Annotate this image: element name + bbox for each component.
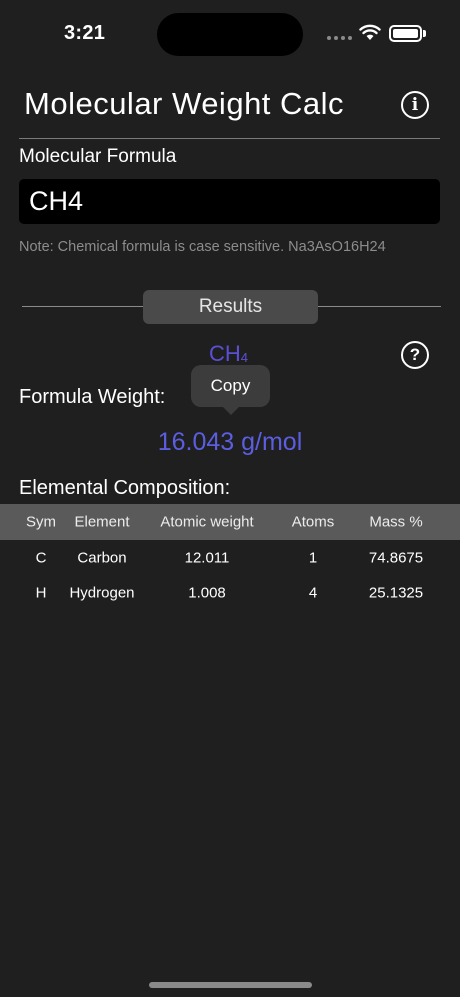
table-row: C Carbon 12.011 1 74.8675: [0, 540, 460, 575]
cell-atomic-weight: 1.008: [188, 584, 226, 601]
formula-display-main: CH: [209, 341, 241, 366]
formula-label: Molecular Formula: [19, 146, 177, 167]
formula-weight-value[interactable]: 16.043 g/mol: [0, 428, 460, 457]
battery-icon: [389, 25, 422, 42]
formula-note: Note: Chemical formula is case sensitive…: [19, 239, 386, 255]
results-header: Results: [143, 290, 318, 324]
copy-popup-arrow: [222, 406, 240, 415]
battery-tip: [423, 30, 426, 37]
app-screen: 3:21 Molecular Weight Calc i Molecular F…: [0, 0, 460, 997]
cell-atoms: 1: [308, 549, 318, 566]
cell-mass: 74.8675: [368, 549, 424, 566]
table-header: Sym Element Atomic weight Atoms Mass %: [0, 504, 460, 540]
header-mass: Mass %: [369, 513, 423, 531]
formula-display-sub: 4: [240, 350, 249, 365]
info-icon[interactable]: i: [401, 91, 429, 119]
cell-element: Hydrogen: [69, 584, 135, 601]
header-atoms: Atoms: [291, 513, 335, 531]
cell-sym: H: [35, 584, 47, 601]
results-divider-right: [318, 306, 441, 307]
composition-label: Elemental Composition:: [19, 477, 231, 499]
cell-sym: C: [35, 549, 47, 566]
wifi-icon: [359, 24, 381, 40]
cell-atomic-weight: 12.011: [184, 549, 230, 566]
header-divider: [19, 138, 440, 139]
copy-button[interactable]: Copy: [191, 365, 270, 407]
table-row: H Hydrogen 1.008 4 25.1325: [0, 575, 460, 610]
header-sym: Sym: [26, 513, 56, 531]
formula-weight-label: Formula Weight:: [19, 386, 166, 408]
formula-input[interactable]: [19, 179, 440, 224]
page-title: Molecular Weight Calc: [24, 86, 345, 121]
cell-mass: 25.1325: [368, 584, 424, 601]
home-indicator[interactable]: [149, 982, 312, 988]
info-glyph: i: [411, 95, 419, 115]
results-divider-left: [22, 306, 143, 307]
help-glyph: ?: [409, 345, 421, 364]
header-element: Element: [74, 513, 130, 531]
dynamic-island: [157, 13, 303, 56]
cell-element: Carbon: [77, 549, 127, 566]
header-atomic-weight: Atomic weight: [160, 513, 254, 531]
formula-display[interactable]: CH4: [209, 341, 248, 367]
question-icon[interactable]: ?: [401, 341, 429, 369]
cellular-signal-icon: [327, 36, 352, 40]
cell-atoms: 4: [308, 584, 318, 601]
status-time: 3:21: [64, 22, 106, 44]
composition-table: Sym Element Atomic weight Atoms Mass % C…: [0, 504, 460, 610]
